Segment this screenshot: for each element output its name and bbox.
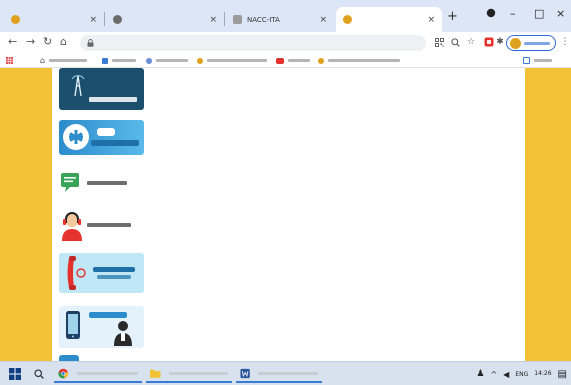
address-bar[interactable] bbox=[80, 35, 426, 51]
browser-tab-strip: × × NACC-ITA × × + – □ × bbox=[0, 0, 571, 32]
chevron-up-icon[interactable]: ^ bbox=[490, 370, 497, 379]
forward-arrow-icon[interactable]: → bbox=[26, 35, 35, 48]
home-icon[interactable]: ⌂ bbox=[60, 35, 67, 48]
zoom-icon[interactable] bbox=[449, 36, 461, 48]
clock[interactable]: 14:26 bbox=[534, 370, 551, 378]
broadcast-tower-icon bbox=[71, 74, 85, 98]
bookmark-home[interactable]: ⌂ bbox=[40, 55, 88, 66]
notification-icon[interactable]: ▤ bbox=[558, 369, 567, 380]
word-icon bbox=[240, 368, 250, 378]
tab-search-icon[interactable] bbox=[486, 8, 496, 21]
taskbar-search[interactable] bbox=[30, 365, 48, 383]
qr-code-icon[interactable] bbox=[433, 36, 445, 48]
menu-icon[interactable]: ⋮ bbox=[559, 36, 571, 48]
task-chrome[interactable] bbox=[54, 365, 142, 383]
menu-item-2[interactable] bbox=[59, 120, 144, 155]
close-icon[interactable]: × bbox=[209, 15, 217, 25]
folder-icon bbox=[150, 369, 161, 378]
browser-tab-2[interactable]: × bbox=[106, 7, 224, 32]
bookmark-dashboard[interactable] bbox=[146, 55, 188, 66]
document-favicon-icon bbox=[233, 15, 242, 24]
reading-list-icon bbox=[523, 57, 530, 64]
left-yellow-border bbox=[0, 68, 52, 361]
browser-tab-4-active[interactable]: × bbox=[336, 7, 442, 32]
apps-icon bbox=[6, 57, 13, 64]
bookmark-icon bbox=[197, 57, 203, 64]
sun-favicon-icon bbox=[343, 15, 352, 24]
bookmark-icon bbox=[102, 57, 108, 64]
bookmark-icon bbox=[318, 57, 324, 64]
home-icon: ⌂ bbox=[40, 56, 46, 65]
page-content bbox=[52, 68, 525, 361]
reload-icon[interactable]: ↻ bbox=[43, 35, 52, 48]
close-icon[interactable]: × bbox=[427, 15, 435, 25]
tab-title: NACC-ITA bbox=[247, 15, 280, 24]
browser-tab-1[interactable]: × bbox=[4, 7, 104, 32]
right-yellow-border bbox=[525, 68, 571, 361]
start-button[interactable] bbox=[3, 365, 27, 383]
star-icon[interactable]: ☆ bbox=[465, 36, 477, 48]
person-icon bbox=[113, 320, 133, 346]
profile-avatar bbox=[510, 37, 521, 49]
dashboard-icon bbox=[146, 57, 152, 64]
close-window-icon[interactable]: × bbox=[556, 7, 565, 20]
site-favicon-icon bbox=[113, 15, 122, 24]
puzzle-icon[interactable]: ✱ bbox=[494, 36, 506, 48]
bookmarks-bar: ⌂ bbox=[0, 54, 571, 68]
menu-item-4[interactable] bbox=[59, 210, 144, 244]
smartphone-icon bbox=[65, 310, 83, 342]
browser-tab-3[interactable]: NACC-ITA × bbox=[226, 7, 334, 32]
language-indicator[interactable]: ENG bbox=[515, 371, 528, 378]
bookmark-apps[interactable] bbox=[6, 55, 15, 66]
windows-taskbar: ♟ ^ ◀ ENG 14:26 ▤ bbox=[0, 361, 571, 385]
person-tray-icon[interactable]: ♟ bbox=[476, 369, 484, 379]
task-explorer[interactable] bbox=[146, 365, 232, 383]
close-icon[interactable]: × bbox=[319, 15, 327, 25]
task-word[interactable] bbox=[236, 365, 322, 383]
minimize-icon[interactable]: – bbox=[510, 7, 516, 20]
maximize-icon[interactable]: □ bbox=[534, 7, 544, 20]
medical-badge-icon bbox=[63, 124, 89, 150]
close-icon[interactable]: × bbox=[89, 15, 97, 25]
bookmark-3[interactable] bbox=[102, 55, 136, 66]
clock-time: 14:26 bbox=[534, 370, 552, 377]
call-center-agent-icon bbox=[59, 210, 85, 242]
telephone-icon bbox=[65, 255, 87, 291]
menu-item-6[interactable] bbox=[59, 306, 144, 348]
browser-toolbar: ← → ↻ ⌂ ☆ ✱ ⋮ bbox=[0, 32, 571, 54]
back-arrow-icon[interactable]: ← bbox=[8, 35, 17, 48]
search-icon bbox=[34, 369, 44, 379]
chrome-icon bbox=[58, 368, 69, 378]
bookmark-7[interactable] bbox=[318, 55, 400, 66]
profile-button[interactable] bbox=[506, 35, 556, 51]
menu-item-1[interactable] bbox=[59, 68, 144, 110]
bookmark-youtube[interactable] bbox=[276, 55, 310, 66]
system-tray: ♟ ^ ◀ ENG 14:26 ▤ bbox=[476, 364, 567, 384]
sun-favicon-icon bbox=[11, 15, 20, 24]
menu-item-3[interactable] bbox=[59, 170, 144, 200]
chat-bubble-icon bbox=[59, 170, 83, 196]
windows-logo-icon bbox=[9, 368, 21, 380]
menu-item-5[interactable] bbox=[59, 253, 144, 293]
page-viewport bbox=[0, 68, 571, 361]
new-tab-plus-icon[interactable]: + bbox=[447, 9, 458, 24]
youtube-icon bbox=[276, 57, 284, 64]
lock-icon bbox=[87, 39, 94, 47]
speaker-icon[interactable]: ◀ bbox=[503, 370, 509, 379]
reading-list[interactable] bbox=[523, 55, 552, 66]
bookmark-5[interactable] bbox=[197, 55, 267, 66]
